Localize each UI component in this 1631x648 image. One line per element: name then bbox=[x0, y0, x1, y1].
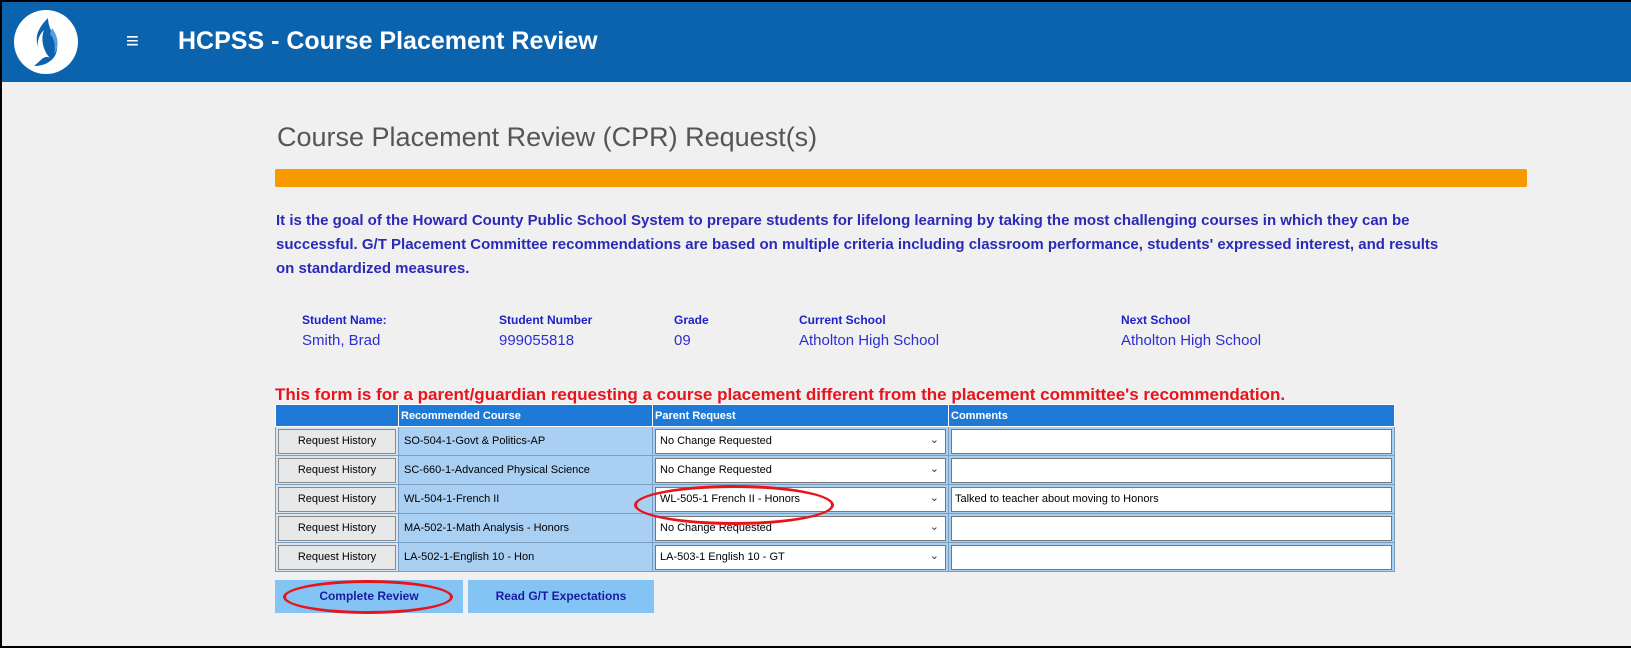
student-number-field: Student Number 999055818 bbox=[499, 312, 592, 352]
chevron-down-icon: ⌄ bbox=[929, 549, 939, 562]
app-title: HCPSS - Course Placement Review bbox=[178, 27, 598, 55]
parent-request-value: No Change Requested bbox=[660, 463, 772, 476]
request-history-button[interactable]: Request History bbox=[278, 428, 396, 454]
parent-request-select[interactable]: No Change Requested ⌄ bbox=[655, 428, 946, 454]
complete-review-button[interactable]: Complete Review bbox=[275, 580, 463, 613]
request-history-button[interactable]: Request History bbox=[278, 544, 396, 570]
header-parent-request: Parent Request bbox=[652, 404, 949, 427]
hamburger-menu-icon[interactable]: ≡ bbox=[126, 29, 139, 53]
parent-request-select[interactable]: LA-503-1 English 10 - GT ⌄ bbox=[655, 544, 946, 570]
table-row: Request History WL-504-1-French II WL-50… bbox=[275, 484, 1395, 514]
goal-statement: It is the goal of the Howard County Publ… bbox=[276, 212, 1439, 277]
table-row: Request History MA-502-1-Math Analysis -… bbox=[275, 513, 1395, 543]
student-number-label: Student Number bbox=[499, 313, 593, 327]
table-row: Request History LA-502-1-English 10 - Ho… bbox=[275, 542, 1395, 572]
read-gt-expectations-button[interactable]: Read G/T Expectations bbox=[468, 580, 654, 613]
parent-request-value: LA-503-1 English 10 - GT bbox=[660, 550, 785, 563]
current-school-field: Current School Atholton High School bbox=[799, 312, 939, 352]
course-request-table: Recommended Course Parent Request Commen… bbox=[275, 404, 1395, 572]
parent-request-value: No Change Requested bbox=[660, 434, 772, 447]
page-title: Course Placement Review (CPR) Request(s) bbox=[277, 122, 818, 152]
student-number-value: 999055818 bbox=[499, 332, 575, 349]
next-school-field: Next School Atholton High School bbox=[1121, 312, 1261, 352]
table-header-row: Recommended Course Parent Request Commen… bbox=[275, 404, 1395, 427]
chevron-down-icon: ⌄ bbox=[929, 462, 939, 475]
student-name-value: Smith, Brad bbox=[302, 332, 381, 349]
next-school-value: Atholton High School bbox=[1121, 332, 1262, 349]
header-comments: Comments bbox=[948, 404, 1395, 427]
parent-request-value: WL-505-1 French II - Honors bbox=[660, 492, 800, 505]
grade-label: Grade bbox=[674, 313, 709, 327]
recommended-course: SC-660-1-Advanced Physical Science bbox=[398, 455, 653, 485]
table-row: Request History SC-660-1-Advanced Physic… bbox=[275, 455, 1395, 485]
parent-request-select[interactable]: WL-505-1 French II - Honors ⌄ bbox=[655, 486, 946, 512]
request-history-button[interactable]: Request History bbox=[278, 486, 396, 512]
top-bar: ≡ HCPSS - Course Placement Review bbox=[2, 2, 1631, 82]
recommended-course: WL-504-1-French II bbox=[398, 484, 653, 514]
progress-bar bbox=[275, 169, 1527, 187]
grade-field: Grade 09 bbox=[674, 312, 709, 352]
next-school-label: Next School bbox=[1121, 313, 1191, 327]
comment-input[interactable] bbox=[951, 544, 1392, 570]
comment-input[interactable] bbox=[951, 515, 1392, 541]
comment-input[interactable] bbox=[951, 428, 1392, 454]
app-frame: ≡ HCPSS - Course Placement Review Course… bbox=[0, 0, 1631, 648]
parent-request-select[interactable]: No Change Requested ⌄ bbox=[655, 515, 946, 541]
chevron-down-icon: ⌄ bbox=[929, 491, 939, 504]
student-name-field: Student Name: Smith, Brad bbox=[302, 312, 387, 352]
grade-value: 09 bbox=[674, 332, 691, 349]
table-row: Request History SO-504-1-Govt & Politics… bbox=[275, 426, 1395, 456]
chevron-down-icon: ⌄ bbox=[929, 433, 939, 446]
comment-input[interactable] bbox=[951, 457, 1392, 483]
recommended-course: SO-504-1-Govt & Politics-AP bbox=[398, 426, 653, 456]
current-school-label: Current School bbox=[799, 313, 886, 327]
chevron-down-icon: ⌄ bbox=[929, 520, 939, 533]
parent-request-select[interactable]: No Change Requested ⌄ bbox=[655, 457, 946, 483]
student-name-label: Student Name: bbox=[302, 313, 387, 327]
header-recommended-course: Recommended Course bbox=[398, 404, 653, 427]
request-history-button[interactable]: Request History bbox=[278, 515, 396, 541]
hcpss-logo-icon bbox=[14, 10, 78, 74]
recommended-course: LA-502-1-English 10 - Hon bbox=[398, 542, 653, 572]
current-school-value: Atholton High School bbox=[799, 332, 940, 349]
comment-input[interactable]: Talked to teacher about moving to Honors bbox=[951, 486, 1392, 512]
recommended-course: MA-502-1-Math Analysis - Honors bbox=[398, 513, 653, 543]
request-history-button[interactable]: Request History bbox=[278, 457, 396, 483]
header-action bbox=[275, 404, 399, 427]
parent-request-value: No Change Requested bbox=[660, 521, 772, 534]
